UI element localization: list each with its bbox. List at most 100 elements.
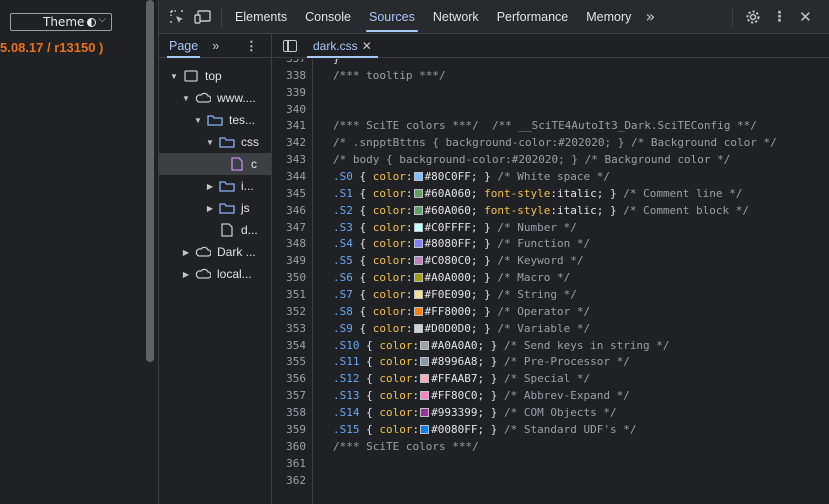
code-comment: /* Number */ [497,220,577,234]
theme-select[interactable]: Theme ⌵ [10,13,112,31]
color-swatch[interactable] [420,424,430,434]
editor-file-tab[interactable]: dark.css ✕ [307,34,378,58]
css-value: #60A060; [424,203,478,217]
close-icon[interactable]: ✕ [795,7,815,27]
tree-item-css-file[interactable]: c [159,153,271,175]
expand-triangle-icon[interactable]: ▼ [169,72,179,81]
tree-item-folder[interactable]: ▼ tes... [159,109,271,131]
tree-item-folder[interactable]: ▶ i... [159,175,271,197]
css-value: #8080FF; [424,237,478,251]
collapse-triangle-icon[interactable]: ▶ [205,182,215,191]
tree-item-label: tes... [229,113,256,127]
tab-performance[interactable]: Performance [488,0,578,34]
tab-elements[interactable]: Elements [226,0,296,34]
toggle-navigator-icon[interactable] [283,39,297,52]
tree-item-folder-css[interactable]: ▼ css [159,131,271,153]
file-icon [219,223,235,237]
line-number: 359 [286,422,306,436]
code-comment: /* Send keys in string */ [503,338,670,352]
color-swatch[interactable] [420,340,430,350]
code-line: .S9 { color: #D0D0D0; } /* Variable */ [333,322,590,335]
tree-item-file[interactable]: d... [159,219,271,241]
line-number: 343 [286,153,306,167]
color-swatch[interactable] [413,306,423,316]
color-swatch[interactable] [420,374,430,384]
code-token: } [333,59,340,65]
color-swatch[interactable] [413,290,423,300]
code-comment: /*** SciTE colors ***/ [333,439,479,453]
color-swatch[interactable] [413,188,423,198]
navigator-menu-icon[interactable]: ⋮ [245,38,258,53]
line-number-gutter: 337 338 339 340 341 342 343 344 345 346 347 348 349 3… [273,59,313,504]
color-swatch[interactable] [420,357,430,367]
code-token: } [477,271,498,285]
code-token: { [359,389,380,403]
css-value: #FFAAB7; [431,372,485,386]
tab-network[interactable]: Network [424,0,488,34]
line-number: 352 [286,304,306,318]
code-comment: /*** SciTE colors ***/ /** __SciTE4AutoI… [333,119,757,133]
page-scrollbar[interactable] [146,0,154,362]
color-swatch[interactable] [420,408,430,418]
color-swatch[interactable] [413,239,423,249]
color-swatch[interactable] [413,172,423,182]
expand-triangle-icon[interactable]: ▼ [205,138,215,147]
tree-item-dark[interactable]: ▶ Dark ... [159,241,271,263]
folder-icon [219,135,235,149]
code-line: .S3 { color: #C0FFFF; } /* Number */ [333,221,577,234]
color-swatch[interactable] [413,205,423,215]
color-swatch[interactable] [420,391,430,401]
css-property: font-style [484,203,551,217]
line-number: 339 [286,85,306,99]
collapse-triangle-icon[interactable]: ▶ [181,248,191,257]
more-tabs-icon[interactable]: » [640,7,660,27]
tree-item-label: js [241,201,250,215]
color-swatch[interactable] [413,273,423,283]
device-toggle-icon[interactable] [193,7,213,27]
line-number: 348 [286,237,306,251]
tab-page[interactable]: Page [166,34,201,58]
code-token: { [359,355,380,369]
tree-item-folder-js[interactable]: ▶ js [159,197,271,219]
code-token: { [352,288,373,302]
close-tab-icon[interactable]: ✕ [362,39,372,53]
css-value: #F0E090; [424,288,478,302]
tree-item-domain[interactable]: ▼ www.... [159,87,271,109]
tree-item-label: top [205,69,222,83]
collapse-triangle-icon[interactable]: ▶ [205,204,215,213]
chevron-down-icon: ⌵ [98,14,106,25]
code-token: : [412,338,420,352]
code-editor[interactable]: 337 338 339 340 341 342 343 344 345 346 347 348 349 3… [273,59,829,504]
more-navigator-tabs-icon[interactable]: » [212,39,219,53]
tab-memory[interactable]: Memory [577,0,640,34]
color-swatch[interactable] [413,222,423,232]
tree-item-label: local... [217,267,252,281]
css-property: color [379,338,413,352]
tab-console[interactable]: Console [296,0,360,34]
code-token: } [603,203,624,217]
line-number: 353 [286,321,306,335]
color-swatch[interactable] [413,323,423,333]
code-comment: /* Keyword */ [497,254,584,268]
code-token: } [484,389,504,403]
navigator-pane: Page » ⋮ ▼ top ▼ www.... ▼ tes... ▼ css … [159,34,272,504]
cloud-icon [195,91,211,105]
inspect-element-icon[interactable] [167,7,187,27]
code-line: .S14 { color: #993399; } /* COM Objects *… [333,406,617,419]
code-comment: /* body { background-color:#202020; } /*… [333,153,731,167]
expand-triangle-icon[interactable]: ▼ [193,116,203,125]
tab-sources[interactable]: Sources [360,0,424,34]
tree-item-top[interactable]: ▼ top [159,65,271,87]
settings-gear-icon[interactable] [743,7,763,27]
expand-triangle-icon[interactable]: ▼ [181,94,191,103]
code-token: } [477,237,498,251]
tree-item-local[interactable]: ▶ local... [159,263,271,285]
code-token: { [352,304,373,318]
css-property: color [372,271,406,285]
cloud-icon [195,267,211,281]
css-value: #C0FFFF; [424,220,478,234]
color-swatch[interactable] [413,256,423,266]
css-selector: .S5 [333,254,353,268]
collapse-triangle-icon[interactable]: ▶ [181,270,191,279]
more-options-icon[interactable]: ⋮ [769,7,789,27]
